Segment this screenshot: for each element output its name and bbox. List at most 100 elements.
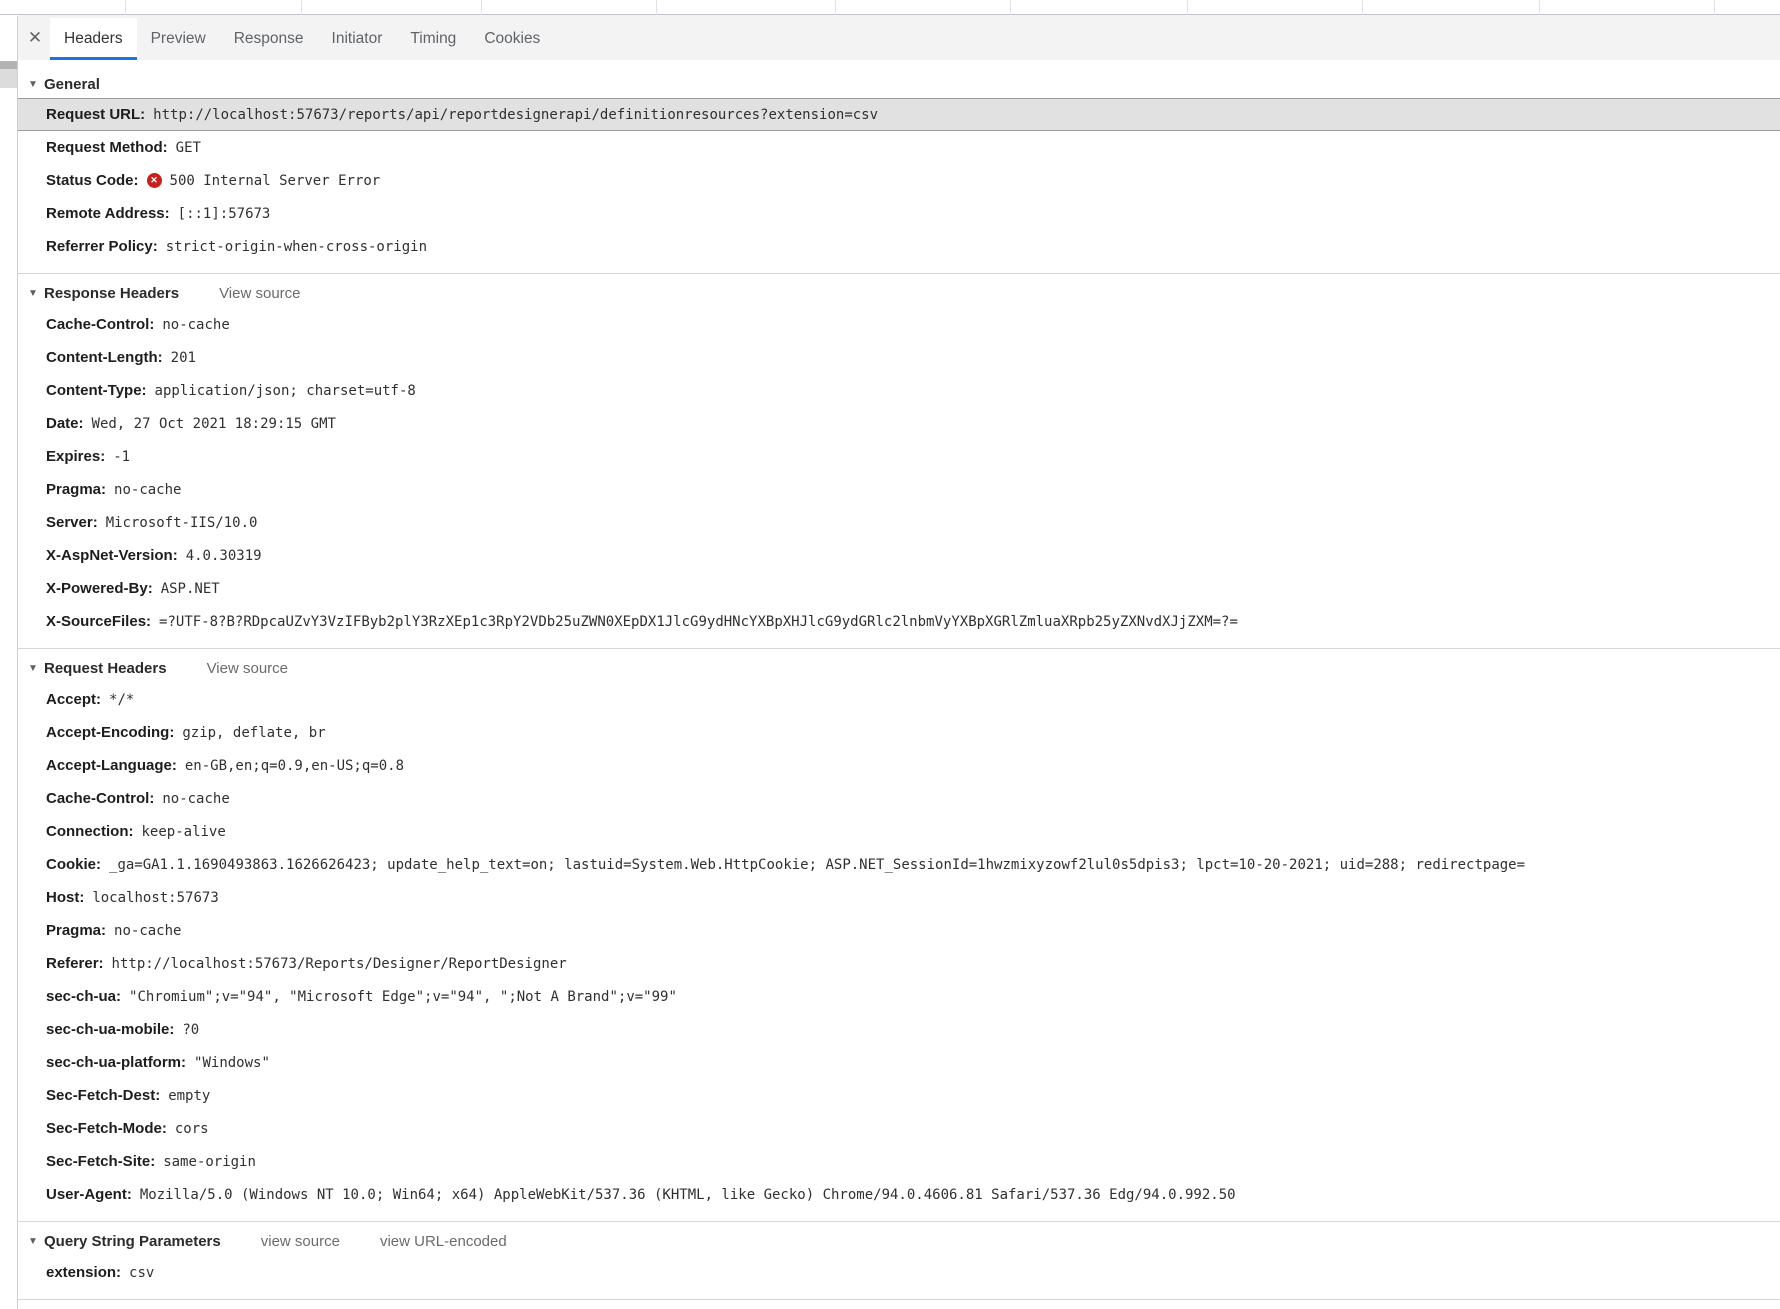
chevron-expanded-icon[interactable]: ▼ [28, 288, 44, 299]
header-name: Pragma: [46, 922, 107, 939]
header-value: keep-alive [141, 823, 226, 840]
header-value: 4.0.30319 [185, 547, 262, 564]
header-row: Sec-Fetch-Mode: cors [18, 1112, 1780, 1145]
headers-panel: ▼ General Request URL: http://localhost:576… [18, 60, 1780, 1309]
header-value: no-cache [114, 481, 182, 498]
header-value: strict-origin-when-cross-origin [165, 238, 428, 255]
header-value: "Chromium";v="94", "Microsoft Edge";v="9… [129, 988, 677, 1005]
header-name: Pragma: [46, 481, 107, 498]
chevron-expanded-icon[interactable]: ▼ [28, 79, 44, 90]
tab-headers[interactable]: Headers [50, 18, 137, 60]
header-name: sec-ch-ua-platform: [46, 1054, 187, 1071]
close-icon[interactable]: ✕ [20, 15, 50, 60]
header-row: sec-ch-ua-mobile: ?0 [18, 1013, 1780, 1046]
header-value: gzip, deflate, br [182, 724, 326, 741]
header-row: User-Agent: Mozilla/5.0 (Windows NT 10.0;… [18, 1178, 1780, 1211]
header-name: Referer: [46, 955, 104, 972]
section-header-response-headers: ▼ Response Headers View source [18, 274, 1780, 304]
chevron-expanded-icon[interactable]: ▼ [28, 1236, 44, 1247]
header-name: Cache-Control: [46, 316, 155, 333]
request-headers-view-source-link[interactable]: View source [207, 660, 288, 677]
column-divider [1010, 0, 1011, 15]
header-name: Accept-Language: [46, 757, 177, 774]
network-table-top-strip [0, 0, 1780, 15]
header-name: Content-Length: [46, 349, 163, 366]
header-value: Wed, 27 Oct 2021 18:29:15 GMT [91, 415, 336, 432]
response-headers-view-source-link[interactable]: View source [219, 285, 300, 302]
network-table-left-sliver [0, 16, 18, 1309]
tab-initiator[interactable]: Initiator [318, 18, 397, 60]
tab-preview[interactable]: Preview [137, 18, 220, 60]
header-name: Sec-Fetch-Mode: [46, 1120, 167, 1137]
tab-response[interactable]: Response [220, 18, 318, 60]
chevron-expanded-icon[interactable]: ▼ [28, 663, 44, 674]
column-divider [1539, 0, 1540, 15]
header-name: Content-Type: [46, 382, 147, 399]
section-header-query-string-parameters: ▼ Query String Parameters view source view … [18, 1222, 1780, 1252]
tab-label: Response [233, 30, 304, 47]
section-title: Request Headers [44, 660, 167, 677]
tab-label: Headers [64, 30, 123, 47]
section-general: ▼ General Request URL: http://localhost:576… [18, 60, 1780, 274]
header-row: Cache-Control: no-cache [18, 308, 1780, 341]
header-row: Host: localhost:57673 [18, 881, 1780, 914]
header-row: sec-ch-ua: "Chromium";v="94", "Microsoft … [18, 980, 1780, 1013]
header-name: Cookie: [46, 856, 102, 873]
header-name: Remote Address: [46, 205, 170, 222]
header-name: Referrer Policy: [46, 238, 158, 255]
header-row: Remote Address: [::1]:57673 [18, 197, 1780, 230]
header-value: "Windows" [194, 1054, 270, 1071]
column-divider [125, 0, 126, 15]
header-row: Pragma: no-cache [18, 914, 1780, 947]
header-value: same-origin [163, 1153, 256, 1170]
tab-cookies[interactable]: Cookies [470, 18, 554, 60]
header-value: en-GB,en;q=0.9,en-US;q=0.8 [184, 757, 405, 774]
network-row-fragment [0, 69, 17, 88]
header-value: no-cache [162, 790, 230, 807]
network-row-fragment [0, 61, 17, 69]
column-divider [1714, 0, 1715, 15]
section-request-headers: ▼ Request Headers View source Accept: */* Acc… [18, 649, 1780, 1222]
header-name: Accept-Encoding: [46, 724, 175, 741]
query-string-parameters-view-url-encoded-link[interactable]: view URL-encoded [380, 1233, 507, 1250]
header-value: application/json; charset=utf-8 [154, 382, 416, 399]
header-value: 201 [170, 349, 196, 366]
header-name: X-AspNet-Version: [46, 547, 178, 564]
header-name: Cache-Control: [46, 790, 155, 807]
header-name: Server: [46, 514, 98, 531]
section-title: Response Headers [44, 285, 180, 302]
tab-label: Preview [150, 30, 206, 47]
column-divider [656, 0, 657, 15]
header-row: Date: Wed, 27 Oct 2021 18:29:15 GMT [18, 407, 1780, 440]
header-name: X-SourceFiles: [46, 613, 152, 630]
section-header-request-headers: ▼ Request Headers View source [18, 649, 1780, 679]
query-string-parameters-view-source-link[interactable]: view source [261, 1233, 340, 1250]
column-divider [835, 0, 836, 15]
header-row: Connection: keep-alive [18, 815, 1780, 848]
header-name: Status Code: [46, 172, 139, 189]
header-name: User-Agent: [46, 1186, 132, 1203]
header-value: cors [174, 1120, 209, 1137]
header-row: sec-ch-ua-platform: "Windows" [18, 1046, 1780, 1079]
header-row: Cache-Control: no-cache [18, 782, 1780, 815]
header-row: Referer: http://localhost:57673/Reports/D… [18, 947, 1780, 980]
header-row-selected: Request URL: http://localhost:57673/repor… [18, 98, 1780, 131]
header-name: Date: [46, 415, 84, 432]
header-value: [::1]:57673 [177, 205, 271, 222]
header-value: -1 [113, 448, 131, 465]
header-name: sec-ch-ua: [46, 988, 122, 1005]
network-detail-pane: ✕ Headers Preview Response Initiator Timing C… [18, 15, 1780, 1309]
header-name: Connection: [46, 823, 134, 840]
column-divider [301, 0, 302, 15]
tab-timing[interactable]: Timing [396, 18, 470, 60]
tab-label: Cookies [484, 30, 541, 47]
header-row: X-Powered-By: ASP.NET [18, 572, 1780, 605]
header-value: */* [109, 691, 135, 708]
header-name: Expires: [46, 448, 106, 465]
header-value: http://localhost:57673/Reports/Designer/… [111, 955, 567, 972]
header-value: empty [168, 1087, 211, 1104]
column-divider [481, 0, 482, 15]
header-row: Content-Type: application/json; charset=u… [18, 374, 1780, 407]
section-rows: Request URL: http://localhost:57673/repor… [18, 94, 1780, 273]
header-row: Content-Length: 201 [18, 341, 1780, 374]
